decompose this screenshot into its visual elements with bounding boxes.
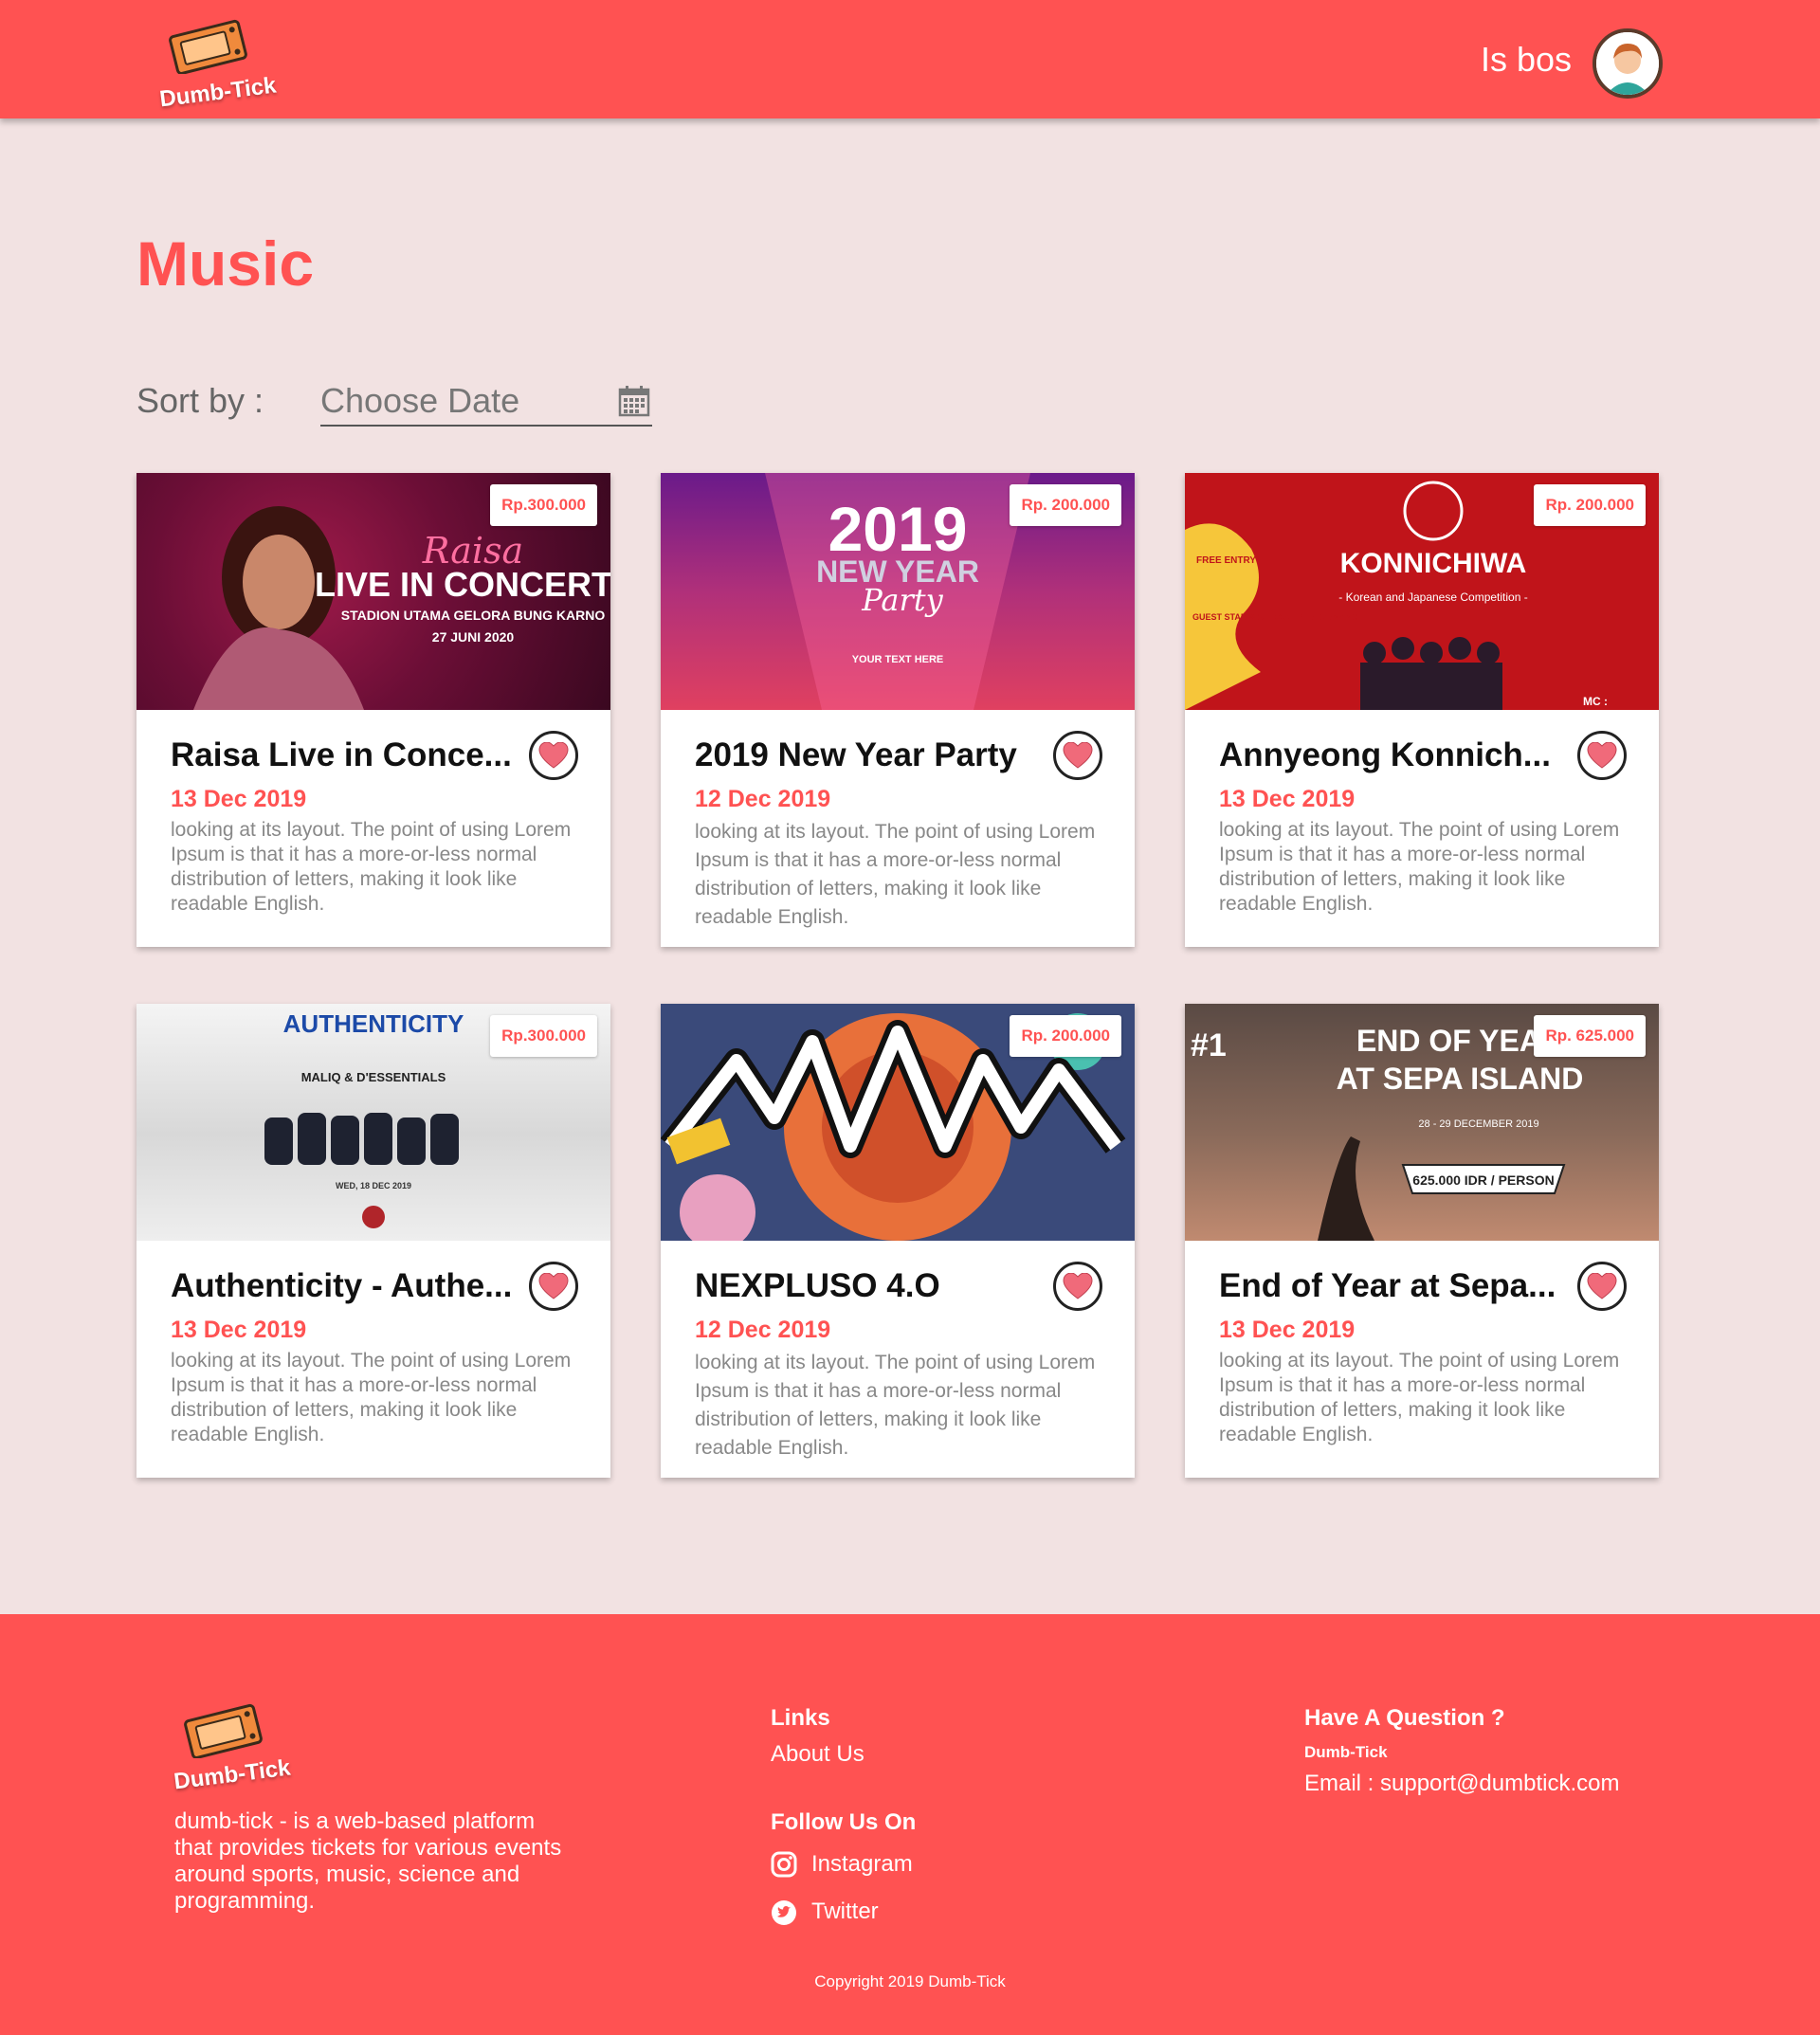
instagram-icon[interactable] [771, 1851, 797, 1878]
event-poster: #1 END OF YEAR AT SEPA ISLAND 28 - 29 DE… [1185, 1004, 1659, 1241]
user-name[interactable]: Is bos [1481, 40, 1572, 80]
footer-logo[interactable]: Dumb-Tick [171, 1701, 294, 1796]
about-us-link[interactable]: About Us [771, 1741, 864, 1768]
event-title[interactable]: Annyeong Konnich... [1219, 736, 1570, 774]
favorite-button[interactable] [529, 731, 578, 780]
poster-tag3: MC : [1583, 695, 1608, 708]
event-title[interactable]: Raisa Live in Conce... [171, 736, 521, 774]
links-heading: Links [771, 1705, 830, 1731]
top-navbar: Dumb-Tick Is bos [0, 0, 1820, 118]
event-card[interactable]: #1 END OF YEAR AT SEPA ISLAND 28 - 29 DE… [1185, 1004, 1659, 1478]
poster-tag1: FREE ENTRY [1196, 555, 1256, 566]
event-poster: 2019 NEW YEAR Party YOUR TEXT HERE Rp. 2… [661, 473, 1135, 710]
price-badge: Rp. 625.000 [1534, 1015, 1646, 1057]
footer-brand: Dumb-Tick [1304, 1743, 1388, 1761]
event-poster: KONNICHIWA - Korean and Japanese Competi… [1185, 473, 1659, 710]
poster-line1: AUTHENTICITY [283, 1009, 464, 1038]
event-card[interactable]: AUTHENTICITY MALIQ & D'ESSENTIALS WED, 1… [136, 1004, 610, 1478]
footer-about: dumb-tick - is a web-based platform that… [174, 1808, 562, 1914]
favorite-button[interactable] [1053, 1262, 1102, 1311]
heart-icon [1063, 1273, 1093, 1299]
event-title[interactable]: Authenticity - Authe... [171, 1267, 521, 1305]
event-title[interactable]: NEXPLUSO 4.O [695, 1267, 1046, 1305]
poster-badge: #1 [1191, 1027, 1227, 1063]
event-description: looking at its layout. The point of usin… [171, 1350, 572, 1445]
twitter-link[interactable]: Twitter [811, 1899, 879, 1925]
event-card[interactable]: Raisa LIVE IN CONCERT STADION UTAMA GELO… [136, 473, 610, 947]
event-date: 12 Dec 2019 [695, 1317, 831, 1343]
event-title[interactable]: 2019 New Year Party [695, 736, 1046, 774]
event-poster: Rp. 200.000 [661, 1004, 1135, 1241]
event-card[interactable]: KONNICHIWA - Korean and Japanese Competi… [1185, 473, 1659, 947]
favorite-button[interactable] [1053, 731, 1102, 780]
poster-line2: AT SEPA ISLAND [1337, 1062, 1584, 1096]
date-placeholder: Choose Date [320, 381, 520, 420]
event-date: 12 Dec 2019 [695, 786, 831, 812]
poster-line4: 625.000 IDR / PERSON [1412, 1172, 1554, 1188]
event-date: 13 Dec 2019 [171, 1317, 307, 1343]
heart-icon [1587, 742, 1617, 769]
favorite-button[interactable] [1577, 1262, 1627, 1311]
event-poster: AUTHENTICITY MALIQ & D'ESSENTIALS WED, 1… [136, 1004, 610, 1241]
poster-line2: Party [861, 582, 943, 618]
poster-year: 2019 [828, 494, 968, 564]
poster-line3: WED, 18 DEC 2019 [336, 1181, 411, 1190]
ticket-icon [184, 1703, 263, 1758]
price-badge: Rp. 200.000 [1534, 484, 1646, 526]
event-description: looking at its layout. The point of usin… [171, 819, 572, 915]
poster-line1: KONNICHIWA [1340, 548, 1527, 579]
ticket-icon [169, 19, 247, 74]
question-heading: Have A Question ? [1304, 1705, 1505, 1731]
poster-line3: YOUR TEXT HERE [852, 654, 944, 665]
follow-heading: Follow Us On [771, 1809, 917, 1835]
poster-line3: 27 JUNI 2020 [432, 629, 515, 645]
event-description: looking at its layout. The point of usin… [695, 1352, 1096, 1459]
price-badge: Rp.300.000 [490, 1015, 597, 1057]
poster-line2: MALIQ & D'ESSENTIALS [301, 1070, 446, 1084]
event-date: 13 Dec 2019 [171, 786, 307, 812]
poster-line2: STADION UTAMA GELORA BUNG KARNO [341, 608, 606, 623]
event-description: looking at its layout. The point of usin… [695, 821, 1096, 928]
footer: Dumb-Tick dumb-tick - is a web-based pla… [0, 1614, 1820, 2035]
date-picker-input[interactable]: Choose Date [320, 377, 652, 427]
event-card[interactable]: 2019 NEW YEAR Party YOUR TEXT HERE Rp. 2… [661, 473, 1135, 947]
twitter-icon[interactable] [771, 1899, 797, 1926]
favorite-button[interactable] [1577, 731, 1627, 780]
event-date: 13 Dec 2019 [1219, 786, 1356, 812]
price-badge: Rp. 200.000 [1010, 1015, 1121, 1057]
logo-text: Dumb-Tick [157, 72, 278, 113]
sort-label: Sort by : [136, 381, 264, 420]
poster-line3: 28 - 29 DECEMBER 2019 [1418, 1118, 1538, 1130]
site-logo[interactable]: Dumb-Tick [152, 17, 280, 112]
instagram-link[interactable]: Instagram [811, 1851, 913, 1878]
favorite-button[interactable] [529, 1262, 578, 1311]
avatar[interactable] [1592, 28, 1663, 99]
price-badge: Rp.300.000 [490, 484, 597, 526]
heart-icon [538, 742, 569, 769]
heart-icon [1063, 742, 1093, 769]
poster-line1: END OF YEAR [1356, 1024, 1563, 1058]
event-title[interactable]: End of Year at Sepa... [1219, 1267, 1570, 1305]
poster-line1: LIVE IN CONCERT [315, 565, 610, 604]
event-poster: Raisa LIVE IN CONCERT STADION UTAMA GELO… [136, 473, 610, 710]
poster-tag2: GUEST STAR & SPECIAL PERFORMANCE [1192, 612, 1364, 622]
heart-icon [1587, 1273, 1617, 1299]
event-description: looking at its layout. The point of usin… [1219, 819, 1620, 915]
poster-line2: - Korean and Japanese Competition - [1338, 591, 1527, 604]
footer-logo-text: Dumb-Tick [172, 1754, 292, 1795]
heart-icon [538, 1273, 569, 1299]
calendar-icon[interactable] [618, 385, 650, 417]
copyright: Copyright 2019 Dumb-Tick [814, 1972, 1006, 1990]
page-title: Music [136, 228, 315, 299]
event-description: looking at its layout. The point of usin… [1219, 1350, 1620, 1445]
support-email[interactable]: Email : support@dumbtick.com [1304, 1771, 1619, 1797]
event-date: 13 Dec 2019 [1219, 1317, 1356, 1343]
price-badge: Rp. 200.000 [1010, 484, 1121, 526]
event-card[interactable]: Rp. 200.000 NEXPLUSO 4.O 12 Dec 2019 loo… [661, 1004, 1135, 1478]
